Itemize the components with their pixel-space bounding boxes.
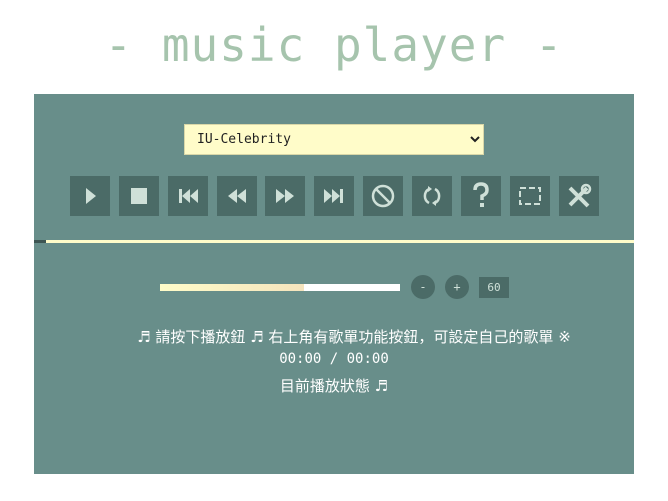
play-button[interactable] xyxy=(70,176,110,216)
progress-bar-played xyxy=(34,240,46,243)
status-message: ♬ 請按下播放鈕 ♬ 右上角有歌單功能按鈕，可設定自己的歌單 ※ xyxy=(137,328,571,346)
repeat-button[interactable] xyxy=(412,176,452,216)
playback-state: 目前播放狀態 ♬ xyxy=(279,377,389,395)
volume-down-button[interactable]: - xyxy=(411,275,435,299)
volume-level-fill xyxy=(160,284,304,291)
repeat-icon xyxy=(423,186,441,206)
mute-icon xyxy=(371,184,395,208)
playlist-icon xyxy=(519,187,541,205)
skip-previous-icon xyxy=(179,189,198,203)
skip-previous-button[interactable] xyxy=(168,176,208,216)
help-icon xyxy=(473,182,489,207)
fast-forward-button[interactable] xyxy=(265,176,305,216)
volume-value: 60 xyxy=(479,277,509,298)
help-button[interactable] xyxy=(461,176,501,216)
playlist-button[interactable] xyxy=(510,176,550,216)
skip-next-button[interactable] xyxy=(314,176,354,216)
fast-forward-icon xyxy=(276,189,294,203)
rewind-button[interactable] xyxy=(217,176,257,216)
stop-icon xyxy=(131,188,147,204)
play-icon xyxy=(86,188,96,204)
volume-slider[interactable] xyxy=(160,284,400,291)
mute-button[interactable] xyxy=(363,176,403,216)
skip-next-icon xyxy=(324,189,343,203)
time-display: 00:00 / 00:00 xyxy=(279,351,389,367)
page-title: - music player - xyxy=(104,18,564,72)
player-panel: IU-Celebrity - + 60 ♬ 請按下播放鈕 ♬ 右上角有歌單功能按… xyxy=(34,94,634,474)
settings-tools-icon xyxy=(568,183,592,208)
stop-button[interactable] xyxy=(119,176,159,216)
control-bar xyxy=(70,176,610,216)
song-select[interactable]: IU-Celebrity xyxy=(184,124,484,155)
rewind-icon xyxy=(228,189,246,203)
progress-bar[interactable] xyxy=(46,240,634,243)
settings-button[interactable] xyxy=(559,176,599,216)
volume-up-button[interactable]: + xyxy=(445,275,469,299)
